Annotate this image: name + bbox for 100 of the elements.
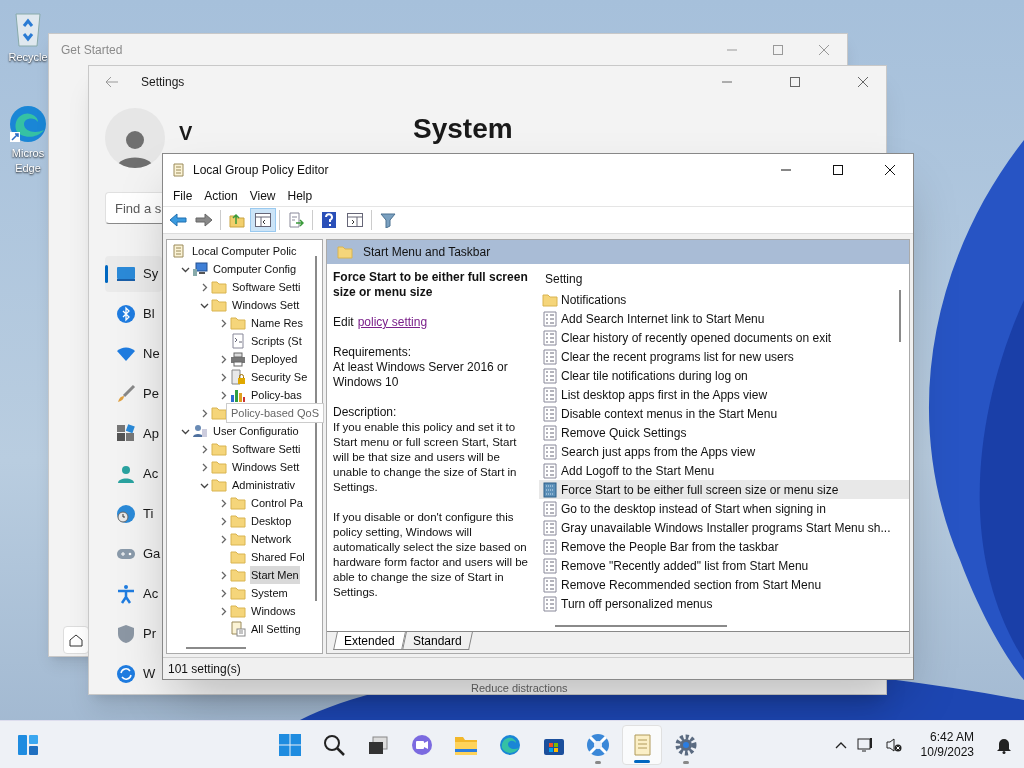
settings-nav-item[interactable]: Pe bbox=[105, 376, 162, 412]
setting-row[interactable]: Disable context menus in the Start Menu bbox=[539, 404, 909, 423]
search-field[interactable]: Find a s bbox=[105, 192, 162, 224]
tree-item[interactable]: Software Setti bbox=[231, 278, 302, 296]
folder-icon bbox=[211, 298, 227, 312]
maximize-icon bbox=[833, 165, 843, 175]
setting-label: Add Logoff to the Start Menu bbox=[561, 462, 715, 480]
window-title: Settings bbox=[141, 74, 185, 91]
policy-icon bbox=[543, 462, 557, 479]
tree-item[interactable]: Control Pa bbox=[250, 494, 304, 512]
setting-label: Remove the People Bar from the taskbar bbox=[561, 538, 779, 556]
setting-row[interactable]: Remove "Recently added" list from Start Menu bbox=[539, 556, 909, 575]
clock-date[interactable]: 10/9/2023 bbox=[920, 744, 974, 760]
description-label: Description: bbox=[333, 405, 398, 420]
settings-nav-item[interactable]: Ap bbox=[105, 416, 162, 452]
setting-row[interactable]: Clear history of recently opened documents on exit bbox=[539, 328, 909, 347]
script-icon bbox=[230, 333, 246, 349]
tree-item[interactable]: Start Men bbox=[250, 566, 300, 584]
policy-icon bbox=[543, 348, 557, 365]
tree-item[interactable]: Administrativ bbox=[231, 476, 296, 494]
setting-row[interactable]: Remove Quick Settings bbox=[539, 423, 909, 442]
muted-speaker-icon bbox=[884, 736, 903, 753]
nav-label: Ne bbox=[143, 345, 160, 364]
toolbar-button[interactable] bbox=[250, 208, 276, 232]
tree-item[interactable]: Windows Sett bbox=[231, 458, 301, 476]
menu-item[interactable]: File bbox=[167, 187, 199, 205]
tree-item[interactable]: Policy-bas bbox=[250, 386, 303, 404]
setting-row[interactable]: Remove Recommended section from Start Menu bbox=[539, 575, 909, 594]
requirements-label: Requirements: bbox=[333, 345, 413, 360]
view-tab[interactable]: Extended bbox=[333, 632, 406, 650]
printer-icon bbox=[230, 351, 246, 367]
setting-label: Clear history of recently opened documents on exit bbox=[561, 329, 832, 347]
setting-row[interactable]: Gray unavailable Windows Installer programs Start Menu sh... bbox=[539, 518, 909, 537]
setting-row[interactable]: Turn off personalized menus bbox=[539, 594, 909, 613]
menu-item[interactable]: Action bbox=[198, 187, 244, 205]
tree-item[interactable]: Windows bbox=[250, 602, 297, 620]
tree-item[interactable]: Software Setti bbox=[231, 440, 302, 458]
page-heading: System bbox=[413, 112, 514, 146]
nav-label: Pr bbox=[143, 625, 156, 644]
settings-nav-item[interactable]: Ac bbox=[105, 576, 162, 612]
nav-label: Bl bbox=[143, 305, 155, 324]
settings-nav-item[interactable]: Pr bbox=[105, 616, 162, 652]
running-indicator bbox=[683, 760, 690, 764]
edge-icon bbox=[499, 733, 522, 756]
tree-item[interactable]: System bbox=[250, 584, 289, 602]
setting-row[interactable]: List desktop apps first in the Apps view bbox=[539, 385, 909, 404]
settings-nav-item[interactable]: W bbox=[105, 656, 162, 692]
settings-nav-item[interactable]: Ac bbox=[105, 456, 162, 492]
horizontal-scrollbar[interactable] bbox=[555, 625, 727, 627]
home-button[interactable] bbox=[63, 626, 89, 654]
folder-icon bbox=[230, 586, 246, 600]
settings-nav-item[interactable]: Ne bbox=[105, 336, 162, 372]
tree-item[interactable]: Name Res bbox=[250, 314, 304, 332]
setting-row[interactable]: Remove the People Bar from the taskbar bbox=[539, 537, 909, 556]
tree-item[interactable]: Computer Config bbox=[212, 260, 298, 278]
settings-nav-item[interactable]: Sy bbox=[105, 256, 162, 292]
tree-item[interactable]: All Setting bbox=[250, 620, 302, 638]
setting-row[interactable]: Go to the desktop instead of Start when signing in bbox=[539, 499, 909, 518]
nav-label: Ti bbox=[143, 505, 154, 524]
description-paragraph: If you enable this policy and set it to Start menu or full screen Start, Start will be that size and users will be unable to change the size of Start in Settings. bbox=[333, 420, 518, 495]
settings-nav-item[interactable]: Ti bbox=[105, 496, 162, 532]
settings-nav-item[interactable]: Ga bbox=[105, 536, 162, 572]
menu-item[interactable]: Help bbox=[281, 187, 319, 205]
status-text: 101 setting(s) bbox=[168, 660, 241, 678]
vertical-scrollbar[interactable] bbox=[899, 290, 901, 342]
tree-item[interactable]: Network bbox=[250, 530, 293, 548]
folder-icon bbox=[230, 514, 246, 528]
horizontal-scrollbar[interactable] bbox=[186, 647, 246, 649]
tree-item[interactable]: Local Computer Polic bbox=[191, 242, 298, 260]
settings-nav-item[interactable]: Bl bbox=[105, 296, 162, 332]
policy-setting-link[interactable]: policy setting bbox=[357, 315, 428, 330]
tree-item[interactable]: User Configuratio bbox=[212, 422, 300, 440]
tree-item[interactable]: Windows Sett bbox=[231, 296, 301, 314]
computer-icon bbox=[192, 261, 208, 277]
tree-item[interactable]: Scripts (St bbox=[250, 332, 303, 350]
widgets-icon bbox=[17, 733, 39, 756]
start-icon bbox=[279, 733, 302, 756]
setting-row[interactable]: Clear tile notifications during log on bbox=[539, 366, 909, 385]
vertical-scrollbar[interactable] bbox=[315, 256, 317, 601]
tree-item[interactable]: Desktop bbox=[250, 512, 293, 530]
back-arrow-icon bbox=[169, 213, 187, 227]
tree-item[interactable]: Shared Fol bbox=[250, 548, 306, 566]
setting-row[interactable]: Add Logoff to the Start Menu bbox=[539, 461, 909, 480]
chevron-up-icon bbox=[834, 740, 847, 749]
setting-label: Gray unavailable Windows Installer programs Start Menu sh... bbox=[561, 519, 891, 537]
nav-label: Ga bbox=[143, 545, 161, 564]
window-title: Get Started bbox=[61, 42, 123, 59]
setting-row[interactable]: Force Start to be either full screen size or menu size bbox=[539, 480, 909, 499]
column-header[interactable]: Setting bbox=[545, 270, 583, 288]
setting-row[interactable]: Clear the recent programs list for new users bbox=[539, 347, 909, 366]
setting-row[interactable]: Add Search Internet link to Start Menu bbox=[539, 309, 909, 328]
setting-row[interactable]: Notifications bbox=[539, 290, 909, 309]
tree-item[interactable]: Security Se bbox=[250, 368, 309, 386]
folder-up-icon bbox=[229, 212, 245, 228]
tree-item[interactable]: Deployed bbox=[250, 350, 299, 368]
menu-item[interactable]: View bbox=[243, 187, 282, 205]
home-icon bbox=[69, 633, 83, 647]
clock-time[interactable]: 6:42 AM bbox=[929, 729, 974, 745]
setting-row[interactable]: Search just apps from the Apps view bbox=[539, 442, 909, 461]
view-tab[interactable]: Standard bbox=[401, 632, 473, 650]
